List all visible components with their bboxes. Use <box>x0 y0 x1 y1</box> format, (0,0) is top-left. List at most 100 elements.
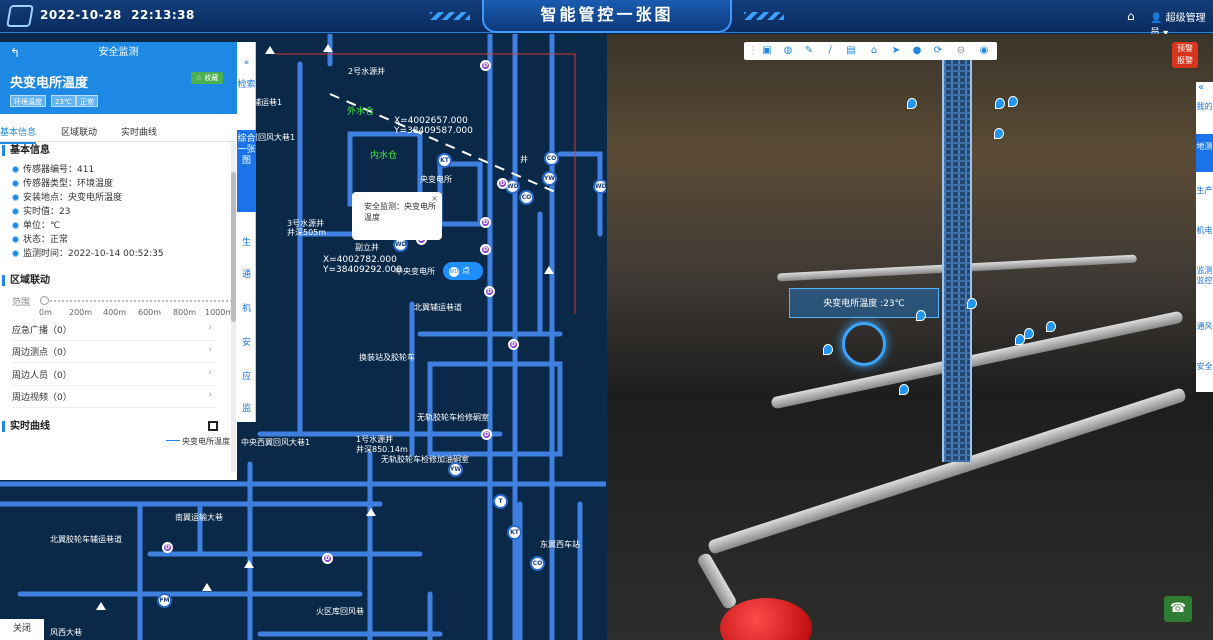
sensor-marker-kt[interactable]: KT <box>507 525 522 540</box>
3d-scene[interactable] <box>607 34 1213 640</box>
sensor-popup[interactable]: 安全监测：央变电所温度 × <box>352 192 442 240</box>
tab-safety-r[interactable]: 安全 <box>1196 362 1213 372</box>
tab-ventilation[interactable]: 通 <box>237 270 256 281</box>
map-pin-icon[interactable] <box>995 98 1005 109</box>
building-icon[interactable]: ⌂ <box>868 45 880 57</box>
map-pin-icon[interactable] <box>823 344 833 355</box>
range-slider-handle[interactable] <box>40 296 49 305</box>
tab-overview[interactable]: 综合一张图 <box>237 130 256 212</box>
pin-label: 点 <box>462 266 470 275</box>
tab-mechanical[interactable]: 机 <box>237 304 256 315</box>
tab-emergency[interactable]: 应 <box>237 372 256 383</box>
device-marker[interactable]: D <box>162 542 173 553</box>
sphere-icon[interactable]: ● <box>911 45 923 57</box>
tab-monitoring-r[interactable]: 监测监控 <box>1196 266 1213 286</box>
section-title: 实时曲线 <box>2 421 50 432</box>
map-pin-icon[interactable] <box>1046 321 1056 332</box>
tab-area-link[interactable]: 区域联动 <box>61 125 97 138</box>
status-badge: 环境温度 <box>10 95 46 107</box>
device-marker[interactable]: D <box>508 339 519 350</box>
scrollbar-thumb[interactable] <box>231 172 236 322</box>
alarm-button[interactable]: 预警 报警 <box>1172 42 1198 68</box>
map-pin-icon[interactable] <box>1024 328 1034 339</box>
ventilation-icon <box>202 583 212 591</box>
tab-ventilation-r[interactable]: 通风 <box>1196 322 1213 332</box>
map-pin-icon[interactable] <box>994 128 1004 139</box>
globe-icon[interactable]: ◍ <box>782 45 794 57</box>
line-icon[interactable]: ∕ <box>824 45 836 57</box>
link-row[interactable]: 周边测点（0） › <box>12 345 216 363</box>
sensor-marker-yw[interactable]: YW <box>448 462 463 477</box>
device-marker[interactable]: D <box>497 178 508 189</box>
collapse-left-icon[interactable]: « <box>237 58 256 69</box>
ventilation-icon <box>366 508 376 516</box>
range-slider[interactable] <box>42 300 232 302</box>
link-row[interactable]: 周边视频（0） › <box>12 390 216 408</box>
popup-text: 安全监测：央变电所温度 <box>364 202 436 222</box>
map-label: 井深505m <box>287 228 327 237</box>
sensor-marker-kt[interactable]: KT <box>437 153 452 168</box>
expand-icon[interactable] <box>208 421 218 431</box>
tab-production-r[interactable]: 生产 <box>1196 186 1213 196</box>
sensor-marker-co[interactable]: CO <box>519 190 534 205</box>
ventilation-icon <box>323 44 333 52</box>
close-icon[interactable]: × <box>431 193 438 204</box>
device-marker[interactable]: D <box>480 217 491 228</box>
tab-basic-info[interactable]: 基本信息 <box>0 125 37 144</box>
back-arrow-icon[interactable]: ↰ <box>10 42 20 64</box>
tab-survey[interactable]: 地测 <box>1196 134 1213 172</box>
map-pin-icon[interactable] <box>1015 334 1025 345</box>
map-pin-icon[interactable] <box>916 310 926 321</box>
target-icon[interactable]: ◉ <box>978 45 990 57</box>
device-marker[interactable]: D <box>480 60 491 71</box>
pen-icon[interactable]: ✎ <box>803 45 815 57</box>
selected-sensor-ring[interactable] <box>842 322 886 366</box>
sensor-marker-yw[interactable]: YW <box>542 171 557 186</box>
tab-geo[interactable]: 地 <box>237 204 256 215</box>
tab-realtime-curve[interactable]: 实时曲线 <box>121 125 157 138</box>
location-pin[interactable]: WD 点 <box>443 262 483 280</box>
device-marker[interactable]: D <box>484 286 495 297</box>
chart-legend: 央变电所温度 <box>166 436 230 447</box>
area-icon[interactable]: ▤ <box>845 45 857 57</box>
sensor-marker-wd[interactable]: WD <box>593 179 606 194</box>
clock: 2022-10-28 22:13:38 <box>40 8 195 22</box>
collapse-right-icon[interactable]: « <box>1198 82 1204 93</box>
info-row: 实时值：23 <box>12 204 70 217</box>
link-row[interactable]: 周边人员（0） › <box>12 368 216 386</box>
rotate-icon[interactable]: ⟳ <box>932 45 944 57</box>
map-coordinate: X=4002657.000 Y=38409587.000 <box>394 116 473 136</box>
link-row[interactable]: 应急广播（0） › <box>12 323 216 341</box>
pin-icon: WD <box>449 267 459 277</box>
device-marker[interactable]: D <box>481 429 492 440</box>
sensor-marker-fm[interactable]: FM <box>157 593 172 608</box>
slider-tick: 200m <box>69 308 93 317</box>
map-label: 中央西翼回风大巷1 <box>241 438 311 447</box>
map-pin-icon[interactable] <box>967 298 977 309</box>
favorite-button[interactable]: ☆ 收藏 <box>191 72 223 84</box>
slider-tick: 1000m <box>205 308 234 317</box>
drag-handle-icon[interactable]: ⋮ <box>747 45 759 57</box>
home-icon[interactable]: ⌂ <box>1127 9 1135 23</box>
sensor-marker-co[interactable]: CO <box>530 556 545 571</box>
tab-monitor[interactable]: 监 <box>237 404 256 415</box>
tab-mechanical-r[interactable]: 机电 <box>1196 226 1213 236</box>
fit-icon[interactable]: ▣ <box>761 45 773 57</box>
tab-search[interactable]: 检索 <box>237 80 256 91</box>
device-marker[interactable]: D <box>480 244 491 255</box>
map-label: 东翼西车站 <box>540 540 580 549</box>
phone-icon[interactable]: ☎ <box>1164 596 1192 622</box>
map-pin-icon[interactable] <box>1008 96 1018 107</box>
sensor-marker-co[interactable]: CO <box>544 151 559 166</box>
tab-safety[interactable]: 安 <box>237 338 256 349</box>
tab-mine[interactable]: 我的 <box>1196 102 1213 112</box>
map-label: 2号水源井 <box>348 67 386 76</box>
sensor-marker-t[interactable]: T <box>493 494 508 509</box>
device-marker[interactable]: D <box>322 553 333 564</box>
minus-icon[interactable]: ⊖ <box>955 45 967 57</box>
map-pin-icon[interactable] <box>907 98 917 109</box>
tab-production[interactable]: 生 <box>237 238 256 249</box>
navigate-icon[interactable]: ➤ <box>890 45 902 57</box>
close-button[interactable]: 关闭 <box>0 619 44 640</box>
map-pin-icon[interactable] <box>899 384 909 395</box>
